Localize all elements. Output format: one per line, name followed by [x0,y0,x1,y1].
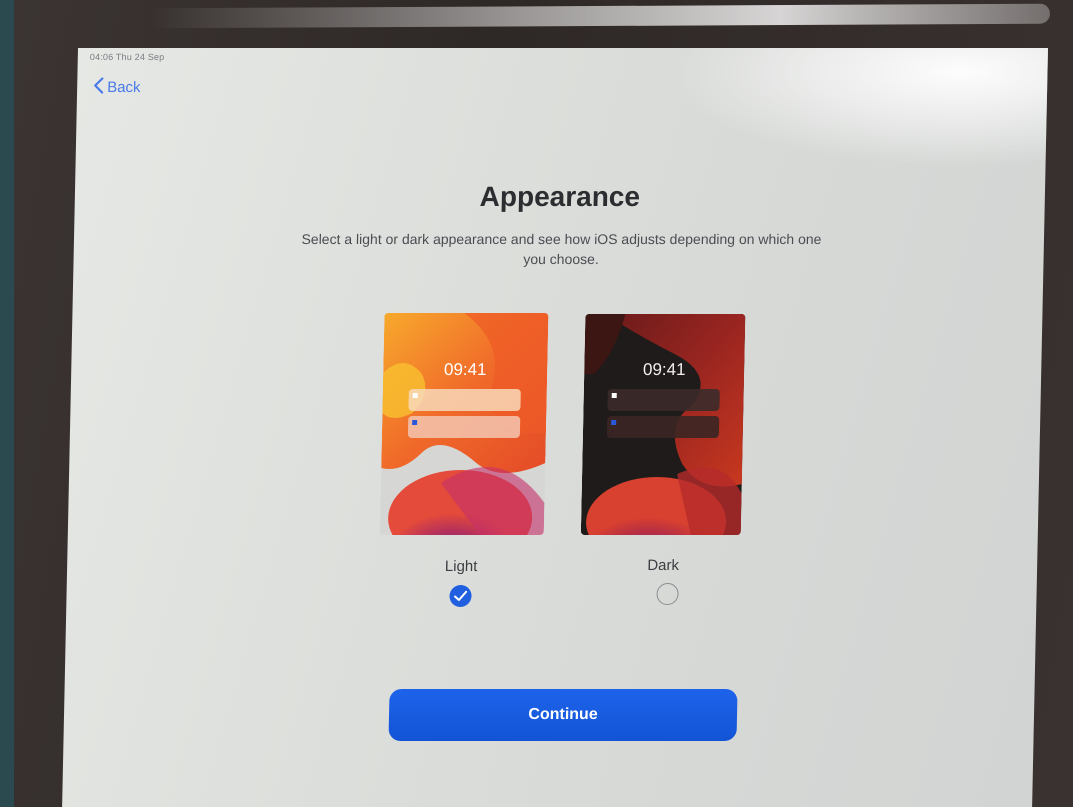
screen-glare [665,48,1049,168]
status-bar-time: 04:06 Thu 24 Sep [89,52,165,62]
back-button[interactable]: Back [93,77,141,98]
page-subtitle: Select a light or dark appearance and se… [301,231,822,267]
dark-wallpaper-image [580,314,746,535]
dark-radio-unselected[interactable] [656,583,679,605]
dark-preview-clock: 09:41 [642,360,686,379]
dark-appearance-preview[interactable]: 09:41 [580,314,746,535]
dark-option-label: Dark [647,557,680,574]
page-title: Appearance [479,181,641,212]
checkmark-icon [454,590,468,601]
light-preview-clock: 09:41 [443,360,487,379]
light-appearance-preview[interactable]: 09:41 [379,313,549,535]
chevron-left-icon [93,77,104,98]
light-wallpaper-image [379,313,549,535]
device-screen: 04:06 Thu 24 Sep Back Appearance Select … [62,48,1049,807]
light-option-label: Light [444,558,478,575]
light-radio-selected[interactable] [449,585,472,607]
continue-button[interactable]: Continue [388,689,738,741]
back-label: Back [106,79,141,96]
